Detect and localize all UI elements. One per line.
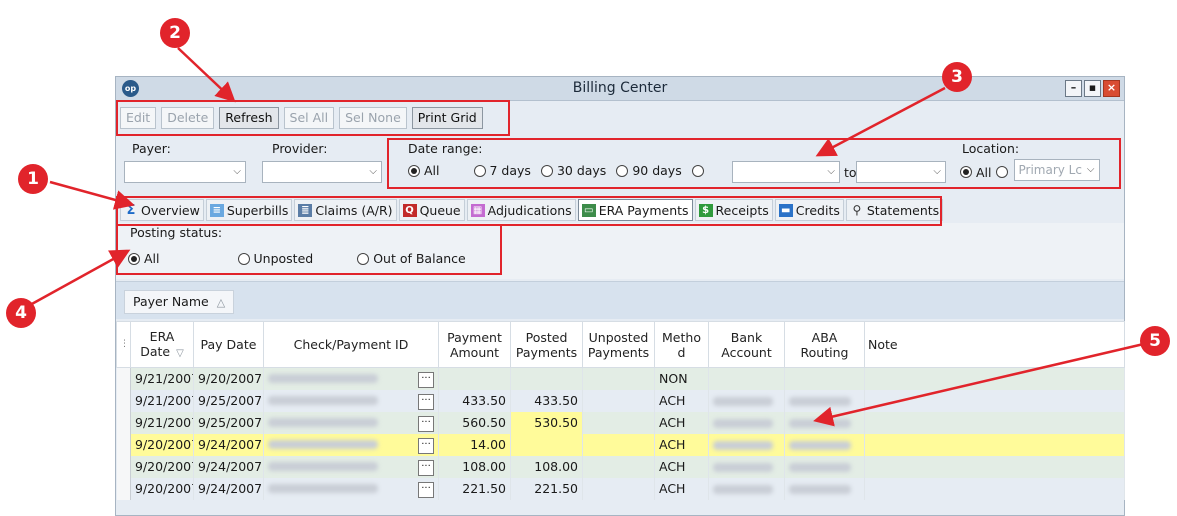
callout-badge-4: 4 bbox=[6, 298, 36, 328]
callout-badge-5: 5 bbox=[1140, 326, 1170, 356]
annotation-arrows bbox=[29, 47, 1149, 427]
callout-badge-1: 1 bbox=[18, 164, 48, 194]
arrow-1 bbox=[49, 180, 135, 210]
arrow-4 bbox=[29, 249, 131, 307]
arrow-3 bbox=[815, 86, 946, 157]
callout-badge-2: 2 bbox=[160, 18, 190, 48]
arrow-2 bbox=[177, 47, 236, 103]
arrow-5 bbox=[813, 341, 1149, 427]
callout-badge-3: 3 bbox=[942, 62, 972, 92]
